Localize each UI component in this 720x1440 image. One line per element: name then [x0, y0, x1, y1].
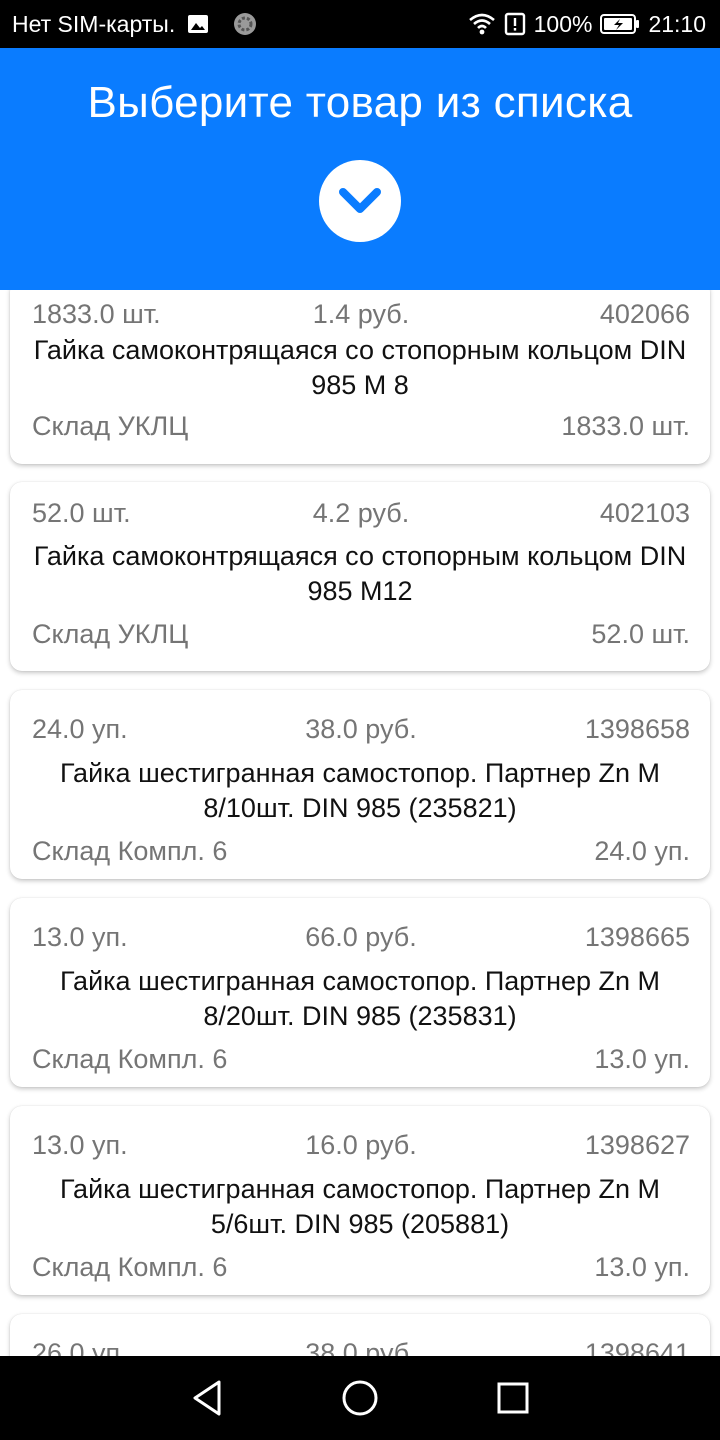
list-item[interactable]: 52.0 шт. 4.2 руб. 402103 Гайка самоконтр… [10, 482, 710, 671]
item-code: 402103 [599, 497, 690, 528]
item-warehouse: Склад Компл. 6 [32, 1251, 228, 1282]
list-item[interactable]: 13.0 уп. 16.0 руб. 1398627 Гайка шестигр… [10, 1106, 710, 1295]
item-code: 1398658 [584, 713, 690, 744]
product-list[interactable]: 1833.0 шт. 1.4 руб. 402066 Гайка самокон… [0, 290, 720, 1356]
item-price: 1.4 руб. [312, 298, 410, 329]
battery-percent: 100% [533, 10, 593, 37]
list-item[interactable]: 13.0 уп. 66.0 руб. 1398665 Гайка шестигр… [10, 898, 710, 1087]
item-quantity: 52.0 шт. [32, 497, 131, 528]
item-price: 4.2 руб. [312, 497, 410, 528]
item-name: Гайка самоконтрящаяся со стопорным кольц… [33, 335, 687, 400]
battery-charging-icon [600, 13, 640, 35]
back-button[interactable] [177, 1368, 237, 1428]
item-code: 1398665 [584, 921, 690, 952]
item-price: 66.0 руб. [305, 921, 417, 952]
header: Выберите товар из списка [0, 48, 720, 290]
item-name: Гайка самоконтрящаяся со стопорным кольц… [33, 541, 687, 606]
recents-icon [496, 1381, 530, 1415]
navigation-bar [0, 1356, 720, 1440]
expand-list-button[interactable] [319, 160, 401, 242]
recents-button[interactable] [483, 1368, 543, 1428]
item-name: Гайка шестигранная самостопор. Партнер Z… [59, 758, 661, 823]
item-quantity: 13.0 уп. [32, 921, 128, 952]
sync-icon [233, 12, 257, 36]
item-warehouse: Склад УКЛЦ [32, 618, 189, 649]
item-warehouse: Склад УКЛЦ [32, 410, 189, 441]
item-quantity: 24.0 уп. [32, 713, 128, 744]
item-quantity: 13.0 уп. [32, 1129, 128, 1160]
item-stock: 13.0 уп. [594, 1251, 690, 1282]
item-name: Гайка шестигранная самостопор. Партнер Z… [59, 1174, 661, 1239]
list-item[interactable]: 26.0 уп. 38.0 руб. 1398641 [10, 1314, 710, 1356]
item-code: 402066 [599, 298, 690, 329]
item-warehouse: Склад Компл. 6 [32, 835, 228, 866]
item-code: 1398641 [584, 1337, 690, 1357]
list-item[interactable]: 24.0 уп. 38.0 руб. 1398658 Гайка шестигр… [10, 690, 710, 879]
back-icon [190, 1379, 224, 1417]
item-stock: 13.0 уп. [594, 1043, 690, 1074]
home-button[interactable] [330, 1368, 390, 1428]
carrier-text: Нет SIM-карты. [12, 10, 176, 37]
item-warehouse: Склад Компл. 6 [32, 1043, 228, 1074]
page-title: Выберите товар из списка [87, 78, 633, 127]
item-quantity: 26.0 уп. [32, 1337, 128, 1357]
item-price: 16.0 руб. [305, 1129, 417, 1160]
item-price: 38.0 руб. [305, 713, 417, 744]
item-code: 1398627 [584, 1129, 690, 1160]
item-price: 38.0 руб. [305, 1337, 417, 1357]
item-stock: 24.0 уп. [594, 835, 690, 866]
item-stock: 1833.0 шт. [561, 410, 690, 441]
wifi-icon [468, 13, 496, 35]
clock: 21:10 [648, 10, 706, 37]
list-item[interactable]: 1833.0 шт. 1.4 руб. 402066 Гайка самокон… [10, 290, 710, 464]
item-name: Гайка шестигранная самостопор. Партнер Z… [59, 966, 661, 1031]
chevron-down-icon [337, 186, 383, 216]
alert-icon [504, 12, 526, 36]
status-bar: Нет SIM-карты. 100% 21:10 [0, 0, 720, 48]
home-icon [340, 1378, 380, 1418]
item-stock: 52.0 шт. [591, 618, 690, 649]
item-quantity: 1833.0 шт. [32, 298, 161, 329]
image-icon [187, 14, 209, 34]
